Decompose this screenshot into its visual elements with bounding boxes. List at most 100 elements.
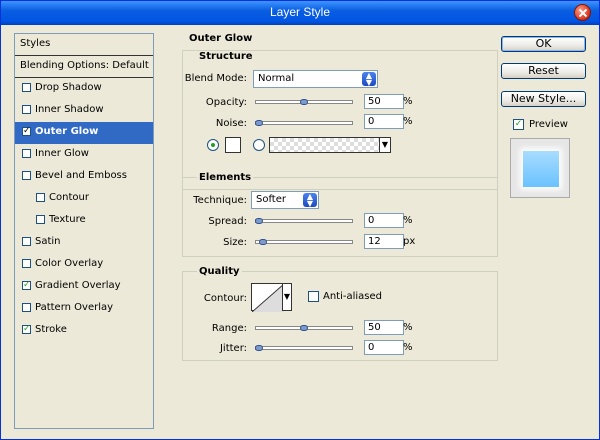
size-unit: px xyxy=(403,236,416,247)
sidebar-item-label: Color Overlay xyxy=(35,258,104,269)
size-slider-thumb[interactable] xyxy=(258,239,267,245)
styles-list: Styles Blending Options: Default Drop Shad… xyxy=(14,33,154,429)
sidebar-checkbox[interactable] xyxy=(22,237,31,246)
range-unit: % xyxy=(403,322,413,333)
chevron-updown-icon: ▲ ▼ xyxy=(362,72,376,87)
sidebar-item-label: Stroke xyxy=(35,324,67,335)
preview-checkbox[interactable]: ✓ xyxy=(513,119,524,130)
jitter-slider-thumb[interactable] xyxy=(255,345,263,351)
sidebar-item-drop-shadow[interactable]: Drop Shadow xyxy=(15,78,153,100)
sidebar-item-color-overlay[interactable]: Color Overlay xyxy=(15,254,153,276)
sidebar-checkbox[interactable] xyxy=(22,259,31,268)
size-slider[interactable] xyxy=(255,240,353,244)
noise-slider[interactable] xyxy=(255,121,353,125)
sidebar-item-label: Drop Shadow xyxy=(35,82,102,93)
sidebar-item-stroke[interactable]: ✓ Stroke xyxy=(15,320,153,342)
anti-aliased-checkbox[interactable] xyxy=(308,291,319,302)
sidebar-item-label: Styles xyxy=(20,38,51,49)
noise-slider-thumb[interactable] xyxy=(255,120,263,126)
sidebar-item-bevel-and-emboss[interactable]: Bevel and Emboss xyxy=(15,166,153,188)
spread-input[interactable]: 0 xyxy=(364,213,404,228)
sidebar-item-inner-shadow[interactable]: Inner Shadow xyxy=(15,100,153,122)
sidebar-item-contour[interactable]: Contour xyxy=(15,188,153,210)
sidebar-item-label: Bevel and Emboss xyxy=(35,170,127,181)
sidebar-item-label: Blending Options: Default xyxy=(20,60,149,71)
opacity-unit: % xyxy=(403,96,413,107)
sidebar-item-label: Contour xyxy=(49,192,89,203)
opacity-input[interactable]: 50 xyxy=(364,94,404,109)
technique-select[interactable]: Softer ▲ ▼ xyxy=(251,191,319,209)
sidebar-item-outer-glow[interactable]: ✓ Outer Glow xyxy=(15,122,153,144)
spread-slider[interactable] xyxy=(255,219,353,223)
sidebar-checkbox[interactable] xyxy=(36,193,45,202)
blend-mode-value: Normal xyxy=(258,73,295,84)
sidebar-item-blending-options-default[interactable]: Blending Options: Default xyxy=(15,56,153,78)
spread-unit: % xyxy=(403,215,413,226)
sidebar-item-label: Inner Shadow xyxy=(35,104,104,115)
anti-aliased-label: Anti-aliased xyxy=(323,291,383,302)
quality-title: Quality xyxy=(197,266,242,277)
contour-label: Contour: xyxy=(203,293,247,304)
sidebar-checkbox[interactable] xyxy=(22,83,31,92)
sidebar-checkbox[interactable] xyxy=(22,149,31,158)
range-label: Range: xyxy=(211,323,247,334)
jitter-unit: % xyxy=(403,342,413,353)
sidebar-item-label: Inner Glow xyxy=(35,148,89,159)
sidebar-item-label: Satin xyxy=(35,236,61,247)
ok-button[interactable]: OK xyxy=(501,36,586,52)
sidebar-item-label: Outer Glow xyxy=(35,126,99,137)
title-bar[interactable]: Layer Style xyxy=(1,1,599,25)
solid-color-radio[interactable] xyxy=(207,139,219,151)
range-slider-thumb[interactable] xyxy=(300,325,308,331)
size-label: Size: xyxy=(223,237,247,248)
noise-unit: % xyxy=(403,116,413,127)
sidebar-item-pattern-overlay[interactable]: Pattern Overlay xyxy=(15,298,153,320)
glow-gradient-picker[interactable] xyxy=(269,137,390,153)
chevron-down-icon[interactable]: ▼ xyxy=(379,137,391,153)
glow-color-swatch[interactable] xyxy=(225,137,241,153)
sidebar-item-label: Gradient Overlay xyxy=(35,280,121,291)
opacity-slider-thumb[interactable] xyxy=(300,99,308,105)
contour-preview[interactable] xyxy=(251,283,285,313)
opacity-label: Opacity: xyxy=(205,97,247,108)
chevron-updown-icon: ▲ ▼ xyxy=(303,193,317,208)
sidebar-checkbox[interactable] xyxy=(22,171,31,180)
noise-label: Noise: xyxy=(215,118,247,129)
technique-label: Technique: xyxy=(193,195,247,206)
size-input[interactable]: 12 xyxy=(364,234,404,249)
close-icon[interactable] xyxy=(574,4,591,21)
sidebar-checkbox[interactable]: ✓ xyxy=(22,325,31,334)
contour-curve-icon xyxy=(251,283,285,313)
sidebar-item-inner-glow[interactable]: Inner Glow xyxy=(15,144,153,166)
sidebar-item-styles[interactable]: Styles xyxy=(15,34,153,56)
sidebar-item-texture[interactable]: Texture xyxy=(15,210,153,232)
style-preview xyxy=(510,138,570,198)
noise-input[interactable]: 0 xyxy=(364,114,404,129)
elements-title: Elements xyxy=(197,172,254,183)
window-title: Layer Style xyxy=(269,5,331,19)
technique-value: Softer xyxy=(256,194,286,205)
spread-slider-thumb[interactable] xyxy=(255,218,263,224)
sidebar-item-label: Pattern Overlay xyxy=(35,302,114,313)
blend-mode-select[interactable]: Normal ▲ ▼ xyxy=(253,70,378,88)
reset-button[interactable]: Reset xyxy=(501,63,586,79)
jitter-input[interactable]: 0 xyxy=(364,340,404,355)
gradient-radio[interactable] xyxy=(253,139,265,151)
jitter-slider[interactable] xyxy=(255,346,353,350)
sidebar-checkbox[interactable] xyxy=(22,105,31,114)
preview-label: Preview xyxy=(529,119,568,130)
blend-mode-label: Blend Mode: xyxy=(184,73,247,84)
new-style-button[interactable]: New Style... xyxy=(501,91,586,107)
sidebar-item-label: Texture xyxy=(49,214,86,225)
sidebar-checkbox[interactable]: ✓ xyxy=(22,281,31,290)
layer-style-dialog: Layer Style Styles Blending Options: Defa… xyxy=(0,0,600,440)
spread-label: Spread: xyxy=(208,216,247,227)
range-input[interactable]: 50 xyxy=(364,320,404,335)
sidebar-checkbox[interactable]: ✓ xyxy=(22,127,31,136)
sidebar-item-gradient-overlay[interactable]: ✓ Gradient Overlay xyxy=(15,276,153,298)
sidebar-checkbox[interactable] xyxy=(36,215,45,224)
chevron-down-icon[interactable]: ▼ xyxy=(282,283,292,311)
sidebar-checkbox[interactable] xyxy=(22,303,31,312)
sidebar-item-satin[interactable]: Satin xyxy=(15,232,153,254)
panel-heading: Outer Glow xyxy=(187,33,255,44)
